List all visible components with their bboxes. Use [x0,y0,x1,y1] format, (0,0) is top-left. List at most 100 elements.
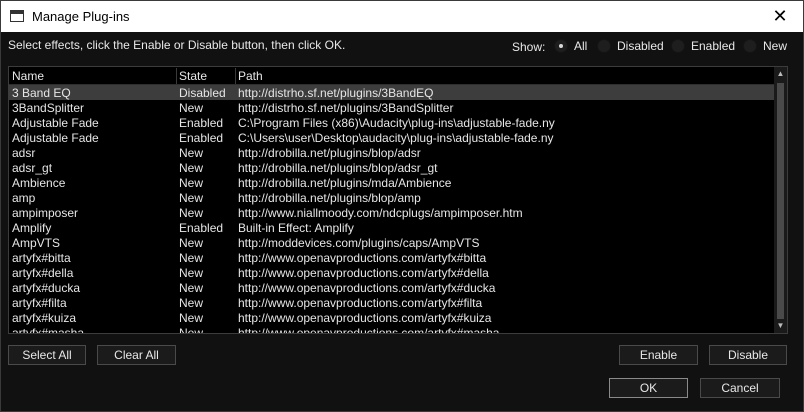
plugin-name-cell: Adjustable Fade [12,116,99,130]
column-header-path[interactable]: Path [238,69,263,84]
plugin-list[interactable]: Name State Path 3 Band EQ Disabled http://… [8,66,788,334]
plugin-state-cell: New [179,266,204,280]
plugin-path-cell: http://drobilla.net/plugins/blop/adsr_gt [238,161,438,175]
plugin-path-cell: http://www.openavproductions.com/artyfx#… [238,296,483,310]
table-row[interactable]: AmpVTS New http://moddevices.com/plugins/c… [9,235,774,250]
plugin-state-cell: New [179,326,204,334]
plugin-name-cell: Adjustable Fade [12,131,99,145]
plugin-path-cell: http://distrho.sf.net/plugins/3BandSplit… [238,101,454,115]
plugin-path-cell: http://www.openavproductions.com/artyfx#… [238,251,487,265]
plugin-name-cell: Amplify [12,221,52,235]
plugin-state-cell: Enabled [179,116,224,130]
table-row[interactable]: adsr_gt New http://drobilla.net/plugins/bl… [9,160,774,175]
plugin-state-cell: Disabled [179,86,226,100]
table-row[interactable]: Adjustable Fade Enabled C:\Users\user\Desk… [9,130,774,145]
plugin-path-cell: http://www.openavproductions.com/artyfx#… [238,326,500,334]
plugin-path-cell: http://distrho.sf.net/plugins/3BandEQ [238,86,434,100]
show-filter-label: Show: [512,40,546,54]
plugin-state-cell: New [179,311,204,325]
plugin-state-cell: New [179,281,204,295]
plugin-state-cell: New [179,236,204,250]
plugin-name-cell: artyfx#della [12,266,74,280]
vertical-scrollbar[interactable]: ▲ ▼ [774,67,787,333]
table-row[interactable]: adsr New http://drobilla.net/plugins/blop/… [9,145,774,160]
table-row[interactable]: artyfx#filta New http://www.openavproducti… [9,295,774,310]
column-divider[interactable] [235,68,236,84]
plugin-path-cell: http://www.openavproductions.com/artyfx#… [238,266,489,280]
disable-button[interactable]: Disable [709,345,787,365]
select-all-button[interactable]: Select All [8,345,86,365]
plugin-state-cell: New [179,191,204,205]
clear-all-button[interactable]: Clear All [97,345,176,365]
ok-button[interactable]: OK [609,378,688,398]
scroll-down-arrow-icon[interactable]: ▼ [774,319,787,333]
column-header-name[interactable]: Name [12,69,44,84]
show-new-label: New [763,39,788,53]
table-row[interactable]: 3 Band EQ Disabled http://distrho.sf.net/p… [9,85,774,100]
plugin-path-cell: http://www.openavproductions.com/artyfx#… [238,311,492,325]
plugin-name-cell: 3BandSplitter [12,101,85,115]
table-row[interactable]: Adjustable Fade Enabled C:\Program Files (… [9,115,774,130]
plugin-path-cell: http://drobilla.net/plugins/mda/Ambience [238,176,452,190]
show-all-radio[interactable]: All [554,38,587,54]
column-header-state[interactable]: State [179,69,207,84]
table-row[interactable]: ampimposer New http://www.niallmoody.com/n… [9,205,774,220]
table-row[interactable]: Amplify Enabled Built-in Effect: Amplify [9,220,774,235]
enable-button[interactable]: Enable [619,345,698,365]
show-new-radio[interactable]: New [743,38,787,54]
plugin-state-cell: Enabled [179,221,224,235]
window-icon [10,10,24,22]
show-enabled-label: Enabled [691,39,736,53]
title-bar: Manage Plug-ins ✕ [1,1,803,32]
radio-unselected-icon [671,39,685,53]
plugin-state-cell: New [179,161,204,175]
radio-unselected-icon [597,39,611,53]
table-row[interactable]: artyfx#ducka New http://www.openavproducti… [9,280,774,295]
plugin-name-cell: amp [12,191,36,205]
plugin-name-cell: artyfx#ducka [12,281,81,295]
table-row[interactable]: artyfx#masha New http://www.openavproducti… [9,325,774,334]
plugin-state-cell: New [179,251,204,265]
show-disabled-label: Disabled [617,39,664,53]
list-header: Name State Path [9,67,774,85]
dialog-title: Manage Plug-ins [32,9,130,24]
cancel-button[interactable]: Cancel [700,378,780,398]
plugin-state-cell: New [179,206,204,220]
plugin-name-cell: artyfx#kuiza [12,311,77,325]
plugin-path-cell: http://drobilla.net/plugins/blop/adsr [238,146,421,160]
plugin-name-cell: ampimposer [12,206,79,220]
show-disabled-radio[interactable]: Disabled [597,38,664,54]
plugin-state-cell: New [179,101,204,115]
scrollbar-thumb[interactable] [777,83,784,319]
plugin-name-cell: artyfx#bitta [12,251,71,265]
plugin-name-cell: adsr [12,146,36,160]
plugin-name-cell: Ambience [12,176,66,190]
table-row[interactable]: artyfx#bitta New http://www.openavproducti… [9,250,774,265]
instructions-text: Select effects, click the Enable or Disa… [8,38,346,52]
plugin-name-cell: artyfx#masha [12,326,85,334]
radio-unselected-icon [743,39,757,53]
table-row[interactable]: artyfx#della New http://www.openavproducti… [9,265,774,280]
plugin-state-cell: New [179,146,204,160]
plugin-state-cell: New [179,176,204,190]
table-row[interactable]: amp New http://drobilla.net/plugins/blop/a… [9,190,774,205]
manage-plugins-dialog: Manage Plug-ins ✕ Select effects, click … [0,0,804,412]
table-row[interactable]: artyfx#kuiza New http://www.openavproducti… [9,310,774,325]
list-rows: 3 Band EQ Disabled http://distrho.sf.net/p… [9,85,774,334]
radio-selected-icon [554,39,568,53]
plugin-name-cell: AmpVTS [12,236,61,250]
plugin-path-cell: Built-in Effect: Amplify [238,221,354,235]
plugin-path-cell: http://drobilla.net/plugins/blop/amp [238,191,421,205]
close-icon[interactable]: ✕ [757,1,803,32]
plugin-name-cell: adsr_gt [12,161,53,175]
plugin-path-cell: http://moddevices.com/plugins/caps/AmpVT… [238,236,480,250]
show-enabled-radio[interactable]: Enabled [671,38,735,54]
table-row[interactable]: Ambience New http://drobilla.net/plugins/m… [9,175,774,190]
scroll-up-arrow-icon[interactable]: ▲ [774,67,787,81]
column-divider[interactable] [176,68,177,84]
table-row[interactable]: 3BandSplitter New http://distrho.sf.net/pl… [9,100,774,115]
plugin-name-cell: artyfx#filta [12,296,67,310]
plugin-name-cell: 3 Band EQ [12,86,71,100]
plugin-path-cell: http://www.niallmoody.com/ndcplugs/ampim… [238,206,523,220]
plugin-state-cell: Enabled [179,131,224,145]
